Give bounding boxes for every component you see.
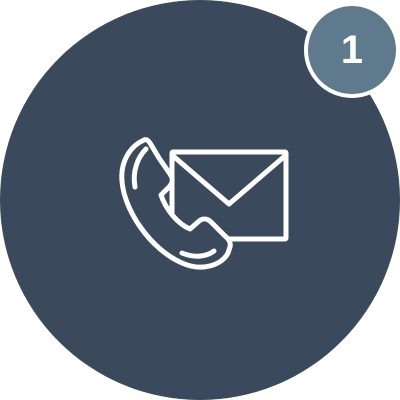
notification-badge: 1 [304, 2, 400, 98]
phone-mail-icon [110, 115, 295, 280]
notification-count: 1 [340, 28, 364, 72]
envelope-flap [169, 152, 289, 207]
contact-widget: 1 [0, 0, 400, 400]
